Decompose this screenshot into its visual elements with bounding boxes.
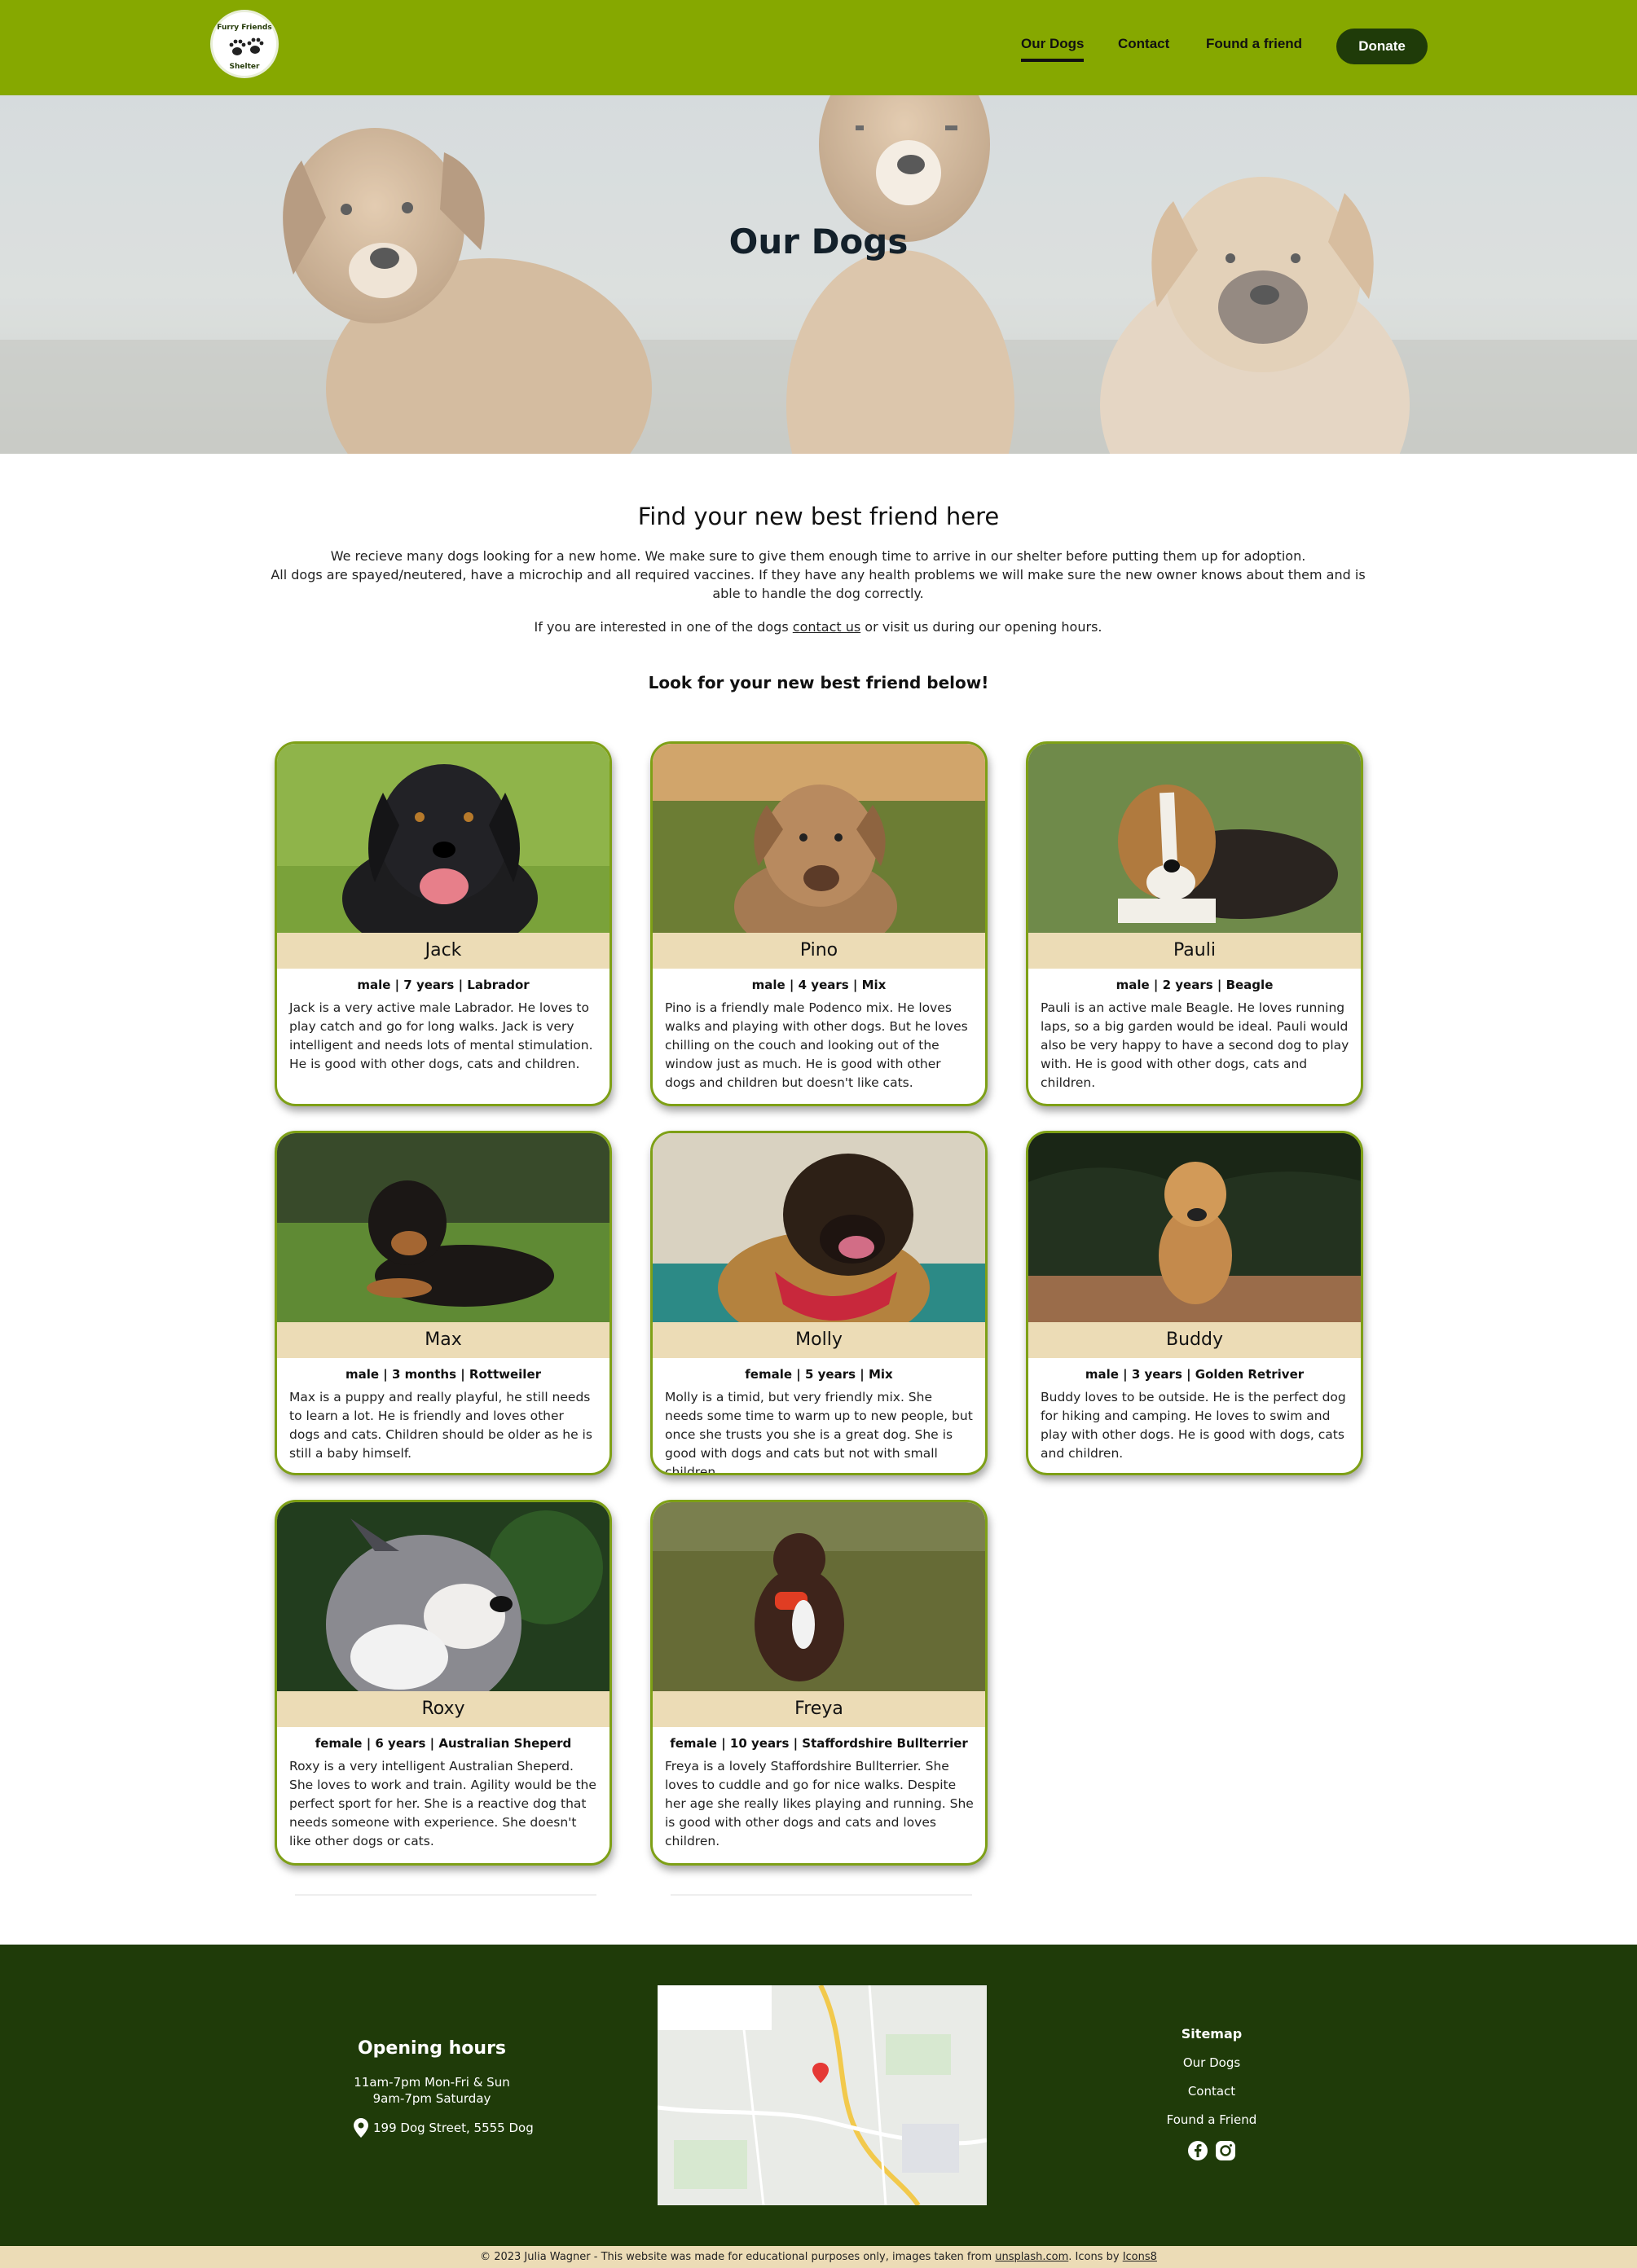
nav-found-a-friend[interactable]: Found a friend <box>1206 36 1302 52</box>
divider <box>671 1894 972 1896</box>
dog-info: female | 10 years | Staffordshire Bullte… <box>670 1736 968 1751</box>
intro-paragraph-3: If you are interested in one of the dogs… <box>259 618 1377 636</box>
location-pin-icon <box>354 2118 368 2138</box>
footer: Opening hours 11am-7pm Mon-Fri & Sun 9am… <box>0 1945 1637 2246</box>
intro-paragraph-1: We recieve many dogs looking for a new h… <box>330 548 1306 564</box>
dog-description: Pino is a friendly male Podenco mix. He … <box>665 1000 968 1090</box>
dog-photo <box>653 744 985 933</box>
dog-card-buddy[interactable]: Buddy male | 3 years | Golden Retriver B… <box>1026 1131 1363 1475</box>
hero-banner: Our Dogs <box>0 95 1637 454</box>
copyright-text: © 2023 Julia Wagner - This website was m… <box>480 2251 996 2263</box>
sitemap-heading: Sitemap <box>1181 2026 1243 2042</box>
footer-link-our-dogs[interactable]: Our Dogs <box>1130 2055 1293 2070</box>
nav-contact[interactable]: Contact <box>1118 36 1169 52</box>
hours-saturday: 9am-7pm Saturday <box>372 2091 491 2106</box>
dog-card-roxy[interactable]: Roxy female | 6 years | Australian Shepe… <box>275 1500 612 1866</box>
paw-icon <box>229 37 264 55</box>
footer-link-contact[interactable]: Contact <box>1130 2084 1293 2099</box>
hours-weekday: 11am-7pm Mon-Fri & Sun <box>354 2075 510 2090</box>
page-title: Our Dogs <box>728 222 909 262</box>
top-nav: Furry Friends Shelter Our Dogs Contact F… <box>0 0 1637 95</box>
dog-info: male | 2 years | Beagle <box>1116 978 1274 992</box>
dog-info: male | 3 months | Rottweiler <box>345 1367 542 1382</box>
dog-description: Roxy is a very intelligent Australian Sh… <box>289 1759 596 1848</box>
dog-photo <box>653 1502 985 1691</box>
dog-name: Pino <box>653 933 985 969</box>
dog-card-pauli[interactable]: Pauli male | 2 years | Beagle Pauli is a… <box>1026 741 1363 1106</box>
logo-text-bottom: Shelter <box>229 63 260 71</box>
dog-photo <box>1028 1133 1361 1322</box>
dog-info: female | 6 years | Australian Sheperd <box>315 1736 572 1751</box>
intro-heading: Find your new best friend here <box>637 503 1000 530</box>
dog-name: Molly <box>653 1322 985 1358</box>
footer-link-found-a-friend[interactable]: Found a Friend <box>1130 2112 1293 2127</box>
copyright-text: . Icons by <box>1068 2251 1123 2263</box>
dog-description: Jack is a very active male Labrador. He … <box>289 1000 593 1071</box>
dog-info: male | 4 years | Mix <box>751 978 887 992</box>
map-embed[interactable] <box>658 1985 987 2205</box>
dogs-subheading: Look for your new best friend below! <box>648 673 989 692</box>
dog-name: Max <box>277 1322 609 1358</box>
contact-us-link[interactable]: contact us <box>793 619 860 635</box>
intro-paragraph-2: All dogs are spayed/neutered, have a mic… <box>271 567 1366 601</box>
dog-photo <box>277 1133 609 1322</box>
puppies-hero-image <box>0 95 1637 454</box>
dog-name: Pauli <box>1028 933 1361 969</box>
divider <box>295 1894 596 1896</box>
address: 199 Dog Street, 5555 Dog <box>354 2118 534 2138</box>
map-image <box>658 1985 987 2205</box>
dog-name: Roxy <box>277 1691 609 1727</box>
facebook-icon[interactable] <box>1187 2140 1208 2161</box>
dog-card-pino[interactable]: Pino male | 4 years | Mix Pino is a frie… <box>650 741 988 1106</box>
dog-name: Jack <box>277 933 609 969</box>
unsplash-link[interactable]: unsplash.com <box>995 2251 1068 2263</box>
dog-card-jack[interactable]: Jack male | 7 years | Labrador Jack is a… <box>275 741 612 1106</box>
dog-name: Freya <box>653 1691 985 1727</box>
address-text: 199 Dog Street, 5555 Dog <box>373 2121 534 2135</box>
dog-description: Freya is a lovely Staffordshire Bullterr… <box>665 1759 974 1848</box>
copyright-bar: © 2023 Julia Wagner - This website was m… <box>0 2246 1637 2268</box>
dog-photo <box>1028 744 1361 933</box>
dog-description: Pauli is an active male Beagle. He loves… <box>1041 1000 1349 1090</box>
dog-info: male | 7 years | Labrador <box>357 978 530 992</box>
shelter-logo[interactable]: Furry Friends Shelter <box>210 10 279 78</box>
dog-card-molly[interactable]: Molly female | 5 years | Mix Molly is a … <box>650 1131 988 1475</box>
dog-description: Max is a puppy and really playful, he st… <box>289 1390 592 1461</box>
dog-photo <box>277 1502 609 1691</box>
dog-card-max[interactable]: Max male | 3 months | Rottweiler Max is … <box>275 1131 612 1475</box>
nav-our-dogs[interactable]: Our Dogs <box>1021 36 1085 62</box>
instagram-icon[interactable] <box>1215 2140 1236 2161</box>
social-links <box>1187 2140 1236 2161</box>
dog-info: female | 5 years | Mix <box>745 1367 893 1382</box>
dog-photo <box>277 744 609 933</box>
dog-description: Molly is a timid, but very friendly mix.… <box>665 1390 973 1475</box>
dog-name: Buddy <box>1028 1322 1361 1358</box>
opening-hours-heading: Opening hours <box>357 2038 507 2059</box>
dog-card-freya[interactable]: Freya female | 10 years | Staffordshire … <box>650 1500 988 1866</box>
icons8-link[interactable]: Icons8 <box>1123 2251 1157 2263</box>
donate-button[interactable]: Donate <box>1336 29 1428 64</box>
dog-info: male | 3 years | Golden Retriver <box>1085 1367 1305 1382</box>
intro-text: If you are interested in one of the dogs <box>534 619 793 635</box>
logo-text-top: Furry Friends <box>217 24 272 32</box>
dog-description: Buddy loves to be outside. He is the per… <box>1041 1390 1346 1461</box>
intro-text: or visit us during our opening hours. <box>860 619 1102 635</box>
dog-photo <box>653 1133 985 1322</box>
